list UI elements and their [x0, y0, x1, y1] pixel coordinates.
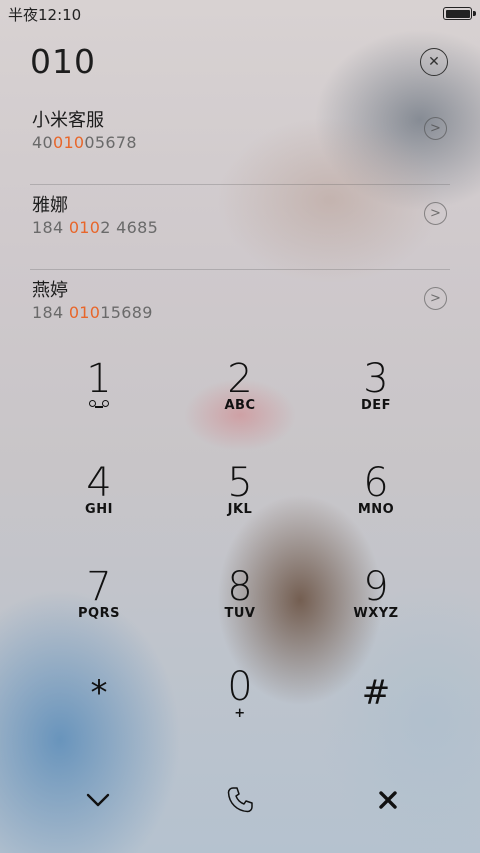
key-4[interactable]: 4 GHI — [39, 463, 159, 553]
key-2[interactable]: 2 ABC — [180, 359, 300, 449]
status-time: 半夜12:10 — [8, 6, 82, 24]
contact-number: 184 0102 4685 — [32, 218, 159, 237]
key-0[interactable]: 0 + — [180, 667, 300, 757]
battery-icon — [443, 7, 476, 20]
voicemail-icon — [87, 400, 111, 408]
chevron-right-icon[interactable]: > — [424, 117, 447, 140]
chevron-right-icon[interactable]: > — [424, 202, 447, 225]
contact-number: 184 01015689 — [32, 303, 153, 322]
phone-icon — [227, 787, 253, 813]
collapse-keypad-button[interactable] — [68, 775, 128, 825]
dialed-number: 010 — [30, 42, 96, 81]
status-bar: 半夜12:10 — [0, 0, 480, 26]
search-results-list: 小米客服 4001005678 > 雅娜 184 0102 4685 > 燕婷 … — [0, 100, 480, 354]
contact-name: 雅娜 — [32, 195, 68, 216]
chevron-right-icon[interactable]: > — [424, 287, 447, 310]
call-button[interactable] — [210, 775, 270, 825]
delete-button[interactable] — [358, 775, 418, 825]
key-6[interactable]: 6 MNO — [316, 463, 436, 553]
chevron-down-icon — [86, 793, 110, 807]
contact-number: 4001005678 — [32, 133, 137, 152]
key-star[interactable]: * — [39, 671, 159, 761]
contact-name: 燕婷 — [32, 280, 68, 301]
key-8[interactable]: 8 TUV — [180, 567, 300, 657]
contact-name: 小米客服 — [32, 110, 104, 131]
key-9[interactable]: 9 WXYZ — [316, 567, 436, 657]
clear-number-button[interactable]: ✕ — [420, 48, 448, 76]
close-icon: ✕ — [428, 54, 440, 70]
key-7[interactable]: 7 PQRS — [39, 567, 159, 657]
key-5[interactable]: 5 JKL — [180, 463, 300, 553]
key-1[interactable]: 1 — [39, 359, 159, 449]
dialer-action-bar — [0, 775, 480, 825]
list-item[interactable]: 小米客服 4001005678 > — [30, 100, 450, 185]
key-3[interactable]: 3 DEF — [316, 359, 436, 449]
dialer-screen: 半夜12:10 010 ✕ 小米客服 4001005678 > 雅娜 184 0… — [0, 0, 480, 853]
key-pound[interactable]: # — [316, 671, 436, 761]
list-item[interactable]: 燕婷 184 01015689 > — [30, 270, 450, 354]
list-item[interactable]: 雅娜 184 0102 4685 > — [30, 185, 450, 270]
delete-icon — [379, 791, 397, 809]
